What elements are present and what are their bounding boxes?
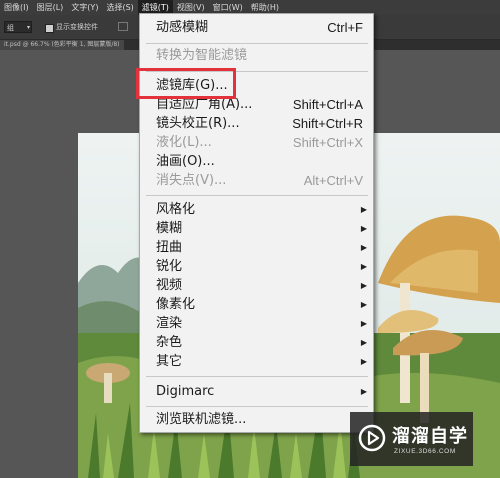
menu-layer[interactable]: 图层(L): [33, 0, 68, 15]
submenu-arrow-icon: ▶: [360, 205, 367, 214]
menu-item-render[interactable]: 渲染 ▶: [140, 314, 375, 334]
submenu-arrow-icon: ▶: [360, 387, 367, 396]
menu-item-pixelate[interactable]: 像素化 ▶: [140, 295, 375, 315]
menu-item-vanishing-point: 消失点(V)... Alt+Ctrl+V: [156, 173, 363, 188]
menu-item-other[interactable]: 其它 ▶: [140, 352, 375, 372]
submenu-arrow-icon: ▶: [360, 243, 367, 252]
menu-separator: [146, 43, 368, 44]
menu-item-sharpen[interactable]: 锐化 ▶: [140, 257, 375, 277]
play-logo-icon: [358, 424, 386, 452]
menu-image[interactable]: 图像(I): [0, 0, 33, 15]
menu-item-oil-paint[interactable]: 油画(O)...: [140, 152, 375, 172]
submenu-arrow-icon: ▶: [360, 357, 367, 366]
menu-item-browse-online-filters[interactable]: 浏览联机滤镜...: [140, 410, 375, 430]
menu-item-liquify: 液化(L)... Shift+Ctrl+X: [156, 135, 363, 150]
show-transform-controls-checkbox[interactable]: [45, 24, 54, 33]
auto-select-dropdown[interactable]: 组 ▾: [4, 21, 32, 33]
menu-item-digimarc[interactable]: Digimarc ▶: [140, 382, 375, 402]
highlight-box: [136, 68, 236, 99]
menu-item-blur[interactable]: 模糊 ▶: [140, 219, 375, 239]
menu-item-video[interactable]: 视频 ▶: [140, 276, 375, 296]
menu-separator: [146, 195, 368, 196]
menu-select[interactable]: 选择(S): [102, 0, 137, 15]
submenu-arrow-icon: ▶: [360, 338, 367, 347]
submenu-arrow-icon: ▶: [360, 262, 367, 271]
menu-item-convert-smart-filter: 转换为智能滤镜: [156, 48, 248, 63]
menu-item-lens-correction[interactable]: 镜头校正(R)... Shift+Ctrl+R: [140, 114, 375, 134]
watermark-subtitle: ZIXUE.3D66.COM: [394, 448, 456, 455]
auto-select-value: 组: [7, 24, 14, 32]
menu-item-motion-blur[interactable]: 动感模糊 Ctrl+F: [140, 18, 375, 38]
align-top-icon[interactable]: [118, 22, 128, 31]
show-transform-controls-label: 显示变换控件: [56, 23, 98, 31]
submenu-arrow-icon: ▶: [360, 300, 367, 309]
watermark-title: 溜溜自学: [392, 426, 468, 447]
submenu-arrow-icon: ▶: [360, 281, 367, 290]
menu-type[interactable]: 文字(Y): [67, 0, 102, 15]
menu-separator: [146, 406, 368, 407]
submenu-arrow-icon: ▶: [360, 319, 367, 328]
menu-item-distort[interactable]: 扭曲 ▶: [140, 238, 375, 258]
chevron-down-icon: ▾: [26, 24, 30, 31]
menu-separator: [146, 376, 368, 377]
menu-item-noise[interactable]: 杂色 ▶: [140, 333, 375, 353]
document-tab[interactable]: it.psd @ 66.7% (色彩平衡 1, 图层蒙版/8): [0, 40, 124, 50]
submenu-arrow-icon: ▶: [360, 224, 367, 233]
menu-item-stylize[interactable]: 风格化 ▶: [140, 200, 375, 220]
watermark: 溜溜自学 ZIXUE.3D66.COM: [350, 412, 473, 466]
